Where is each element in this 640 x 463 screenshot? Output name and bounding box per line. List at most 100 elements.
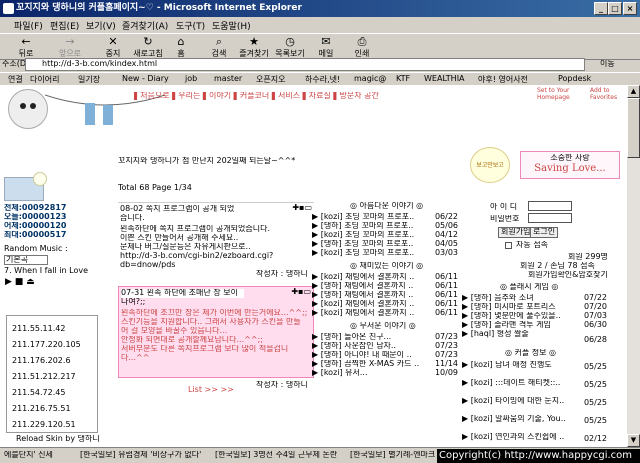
list-item[interactable]: ▶ [kozi] 채팅에서 결혼까지 .. bbox=[312, 300, 414, 309]
auto-login-checkbox[interactable] bbox=[505, 242, 512, 249]
item-date: 04/12 bbox=[434, 231, 458, 239]
list-item[interactable]: ▶ [kozi] 유서... bbox=[312, 369, 368, 378]
history-button[interactable]: ◷ 목록보기 bbox=[272, 35, 308, 60]
list-item[interactable]: ▶ [댕하] 졸라맨 격투 게임 bbox=[462, 321, 551, 330]
section-title[interactable]: ◎ 무서운 이야기 ◎ bbox=[350, 322, 416, 331]
site-nav[interactable]: ▌처음으로 ▌우리는 ▌이야기 ▌커플코너 ▌서비스 ▌자료실 ▌방문자 공간 bbox=[134, 92, 379, 101]
auto-login-label: 자동 접속 bbox=[516, 241, 548, 249]
player-controls[interactable]: ▶ ■ ⏏ bbox=[5, 278, 35, 288]
post-body-line[interactable]: http://d-3-b.com/cgi-bin2/ezboard.cgi? bbox=[120, 252, 273, 261]
list-item[interactable]: ▶ [kozi] 남녀 애정 진행도 bbox=[462, 361, 552, 370]
favorites-button[interactable]: ★ 즐겨찾기 bbox=[236, 35, 272, 60]
list-item[interactable]: ▶ [댕하] 돌아온 친구... bbox=[312, 333, 391, 342]
search-button[interactable]: ⌕ 검색 bbox=[206, 35, 232, 60]
ip-item: 211.229.120.51 bbox=[12, 421, 76, 429]
stop-button[interactable]: ✕ 중지 bbox=[98, 35, 128, 60]
post-title[interactable]: 쪽지 프로그램이 공개 되었 bbox=[146, 205, 235, 213]
list-item[interactable]: ▶ [kozi] 타이밍에 대한 눈치.. bbox=[462, 397, 564, 406]
post-title[interactable]: 왼족 하단에 조매난 창 보이 bbox=[147, 289, 238, 297]
list-item[interactable]: ▶ [kozi] 연인과의 스킨쉽에 .. bbox=[462, 433, 564, 442]
post-tools-icon[interactable]: ✚▪▭ bbox=[292, 204, 312, 213]
list-item[interactable]: ▶ [댕하] 채팅에서 결혼까지 .. bbox=[312, 291, 413, 300]
list-item[interactable]: ▶ [kozi] 채팅에서 결혼까지 .. bbox=[312, 309, 414, 318]
menu-help[interactable]: 도움말(H) bbox=[212, 19, 251, 32]
join-button[interactable]: 회원가입 bbox=[498, 227, 534, 238]
list-item[interactable]: ▶ [댕하] 채팅에서 결혼까지 .. bbox=[312, 282, 413, 291]
post-tools-icon[interactable]: ✚▪▭ bbox=[291, 288, 311, 297]
link-item[interactable]: 일기장 bbox=[78, 74, 100, 85]
item-date: 04/05 bbox=[434, 240, 458, 248]
list-item[interactable]: ▶ [댕하] 사운잡인 남자.. bbox=[312, 342, 396, 351]
print-button[interactable]: ⎙ 인쇄 bbox=[350, 35, 374, 60]
link-item[interactable]: KTF bbox=[396, 74, 410, 83]
link-item[interactable]: job bbox=[185, 74, 197, 83]
menu-favorites[interactable]: 즐겨찾기(A) bbox=[122, 19, 168, 32]
list-item[interactable]: ▶ [댕하] 음추와 소녀 bbox=[462, 294, 534, 303]
stat-total: 전체:00092817 bbox=[4, 204, 67, 212]
vertical-scrollbar[interactable]: ▲ ▼ bbox=[627, 85, 640, 447]
login-button[interactable]: 로그인 bbox=[530, 227, 559, 238]
link-item[interactable]: 오픈지오 bbox=[256, 74, 285, 85]
list-item[interactable]: ▶ [댕하] 몇분만에 풀수있을.. bbox=[462, 312, 561, 321]
account-help-link[interactable]: 회원가입확인&암호찾기 bbox=[528, 271, 608, 280]
list-item[interactable]: ▶ [댕하] 아니야! 내 때문이 .. bbox=[312, 351, 412, 360]
link-item[interactable]: 야후! 영어사전 bbox=[478, 74, 528, 85]
section-title[interactable]: ◎ 아름다운 이야기 ◎ bbox=[350, 202, 423, 211]
link-item[interactable]: New - Diary bbox=[122, 74, 169, 83]
minimize-button[interactable]: _ bbox=[594, 2, 608, 15]
go-button[interactable]: 이동 bbox=[600, 60, 615, 69]
link-item[interactable]: WEALTHIA bbox=[424, 74, 465, 83]
menu-view[interactable]: 보기(V) bbox=[86, 19, 116, 32]
list-item[interactable]: ▶ [댕하] 끔찍한 X-MAS 카드 .. bbox=[312, 360, 419, 369]
link-item[interactable]: 다이어리 bbox=[30, 74, 59, 85]
set-home-link[interactable]: Set to Your Homepage bbox=[537, 87, 579, 101]
menu-tools[interactable]: 도구(T) bbox=[176, 19, 205, 32]
list-item[interactable]: ▶ [kozi] 초딩 꼬마의 프로포.. bbox=[312, 213, 414, 222]
refresh-button[interactable]: ↻ 새로고침 bbox=[128, 35, 168, 60]
list-item[interactable]: ▶ [kozi] 초딩 꼬마의 프로포.. bbox=[312, 249, 414, 258]
link-item[interactable]: 하수라,넷! bbox=[305, 74, 340, 85]
list-item[interactable]: ▶ [댕하] 미시마로 포트리스 bbox=[462, 303, 556, 312]
reload-skin-link[interactable]: Reload Skin by 댕하니 bbox=[16, 435, 100, 444]
forward-button[interactable]: → 앞으로 bbox=[50, 35, 90, 60]
menu-edit[interactable]: 편집(E) bbox=[50, 19, 79, 32]
scroll-thumb[interactable] bbox=[627, 98, 640, 158]
list-item[interactable]: ▶ [댕하] 초딩 꼬마의 프로포.. bbox=[312, 222, 413, 231]
list-item[interactable]: ▶ [kozi] 채팅에서 결혼까지 .. bbox=[312, 273, 414, 282]
id-input[interactable] bbox=[528, 201, 572, 211]
section-title[interactable]: ◎ 플래시 게임 ◎ bbox=[500, 283, 558, 292]
post-body-line: 이쁜 스킨 만들어서 공개해 주세요.. bbox=[120, 234, 239, 242]
section-title[interactable]: ◎ 커플 정보 ◎ bbox=[505, 349, 556, 358]
section-title[interactable]: ◎ 재미있는 이야기 ◎ bbox=[350, 262, 423, 271]
back-button[interactable]: ← 뒤로 bbox=[8, 35, 44, 60]
love-subtitle: Saving Love... bbox=[534, 162, 606, 174]
list-item[interactable]: ▶ [댕하] 초딩 꼬마의 프로포.. bbox=[312, 240, 413, 249]
pager[interactable]: List >> >> bbox=[188, 386, 234, 395]
link-item[interactable]: Popdesk bbox=[558, 74, 591, 83]
list-item[interactable]: ▶ [kozi] :::데이트 해티켓::.. bbox=[462, 379, 560, 388]
home-button[interactable]: ⌂ 홈 bbox=[170, 35, 192, 60]
forward-icon: → bbox=[65, 35, 75, 48]
link-item[interactable]: magic@ bbox=[354, 74, 386, 83]
music-select[interactable]: 기본곡 bbox=[4, 255, 48, 265]
list-item[interactable]: ▶ [kozi] 말싸움의 기술, You.. bbox=[462, 415, 566, 424]
link-item[interactable]: master bbox=[214, 74, 242, 83]
close-button[interactable]: × bbox=[623, 2, 637, 15]
list-item[interactable]: ▶ [kozi] 초딩 꼬마의 프로포.. bbox=[312, 231, 414, 240]
post-author: 작성자 : 댕하니 bbox=[256, 270, 308, 278]
address-input[interactable]: http://d-3-b.com/kindex.html bbox=[25, 58, 585, 71]
printer-icon: ⎙ bbox=[357, 35, 367, 48]
scroll-down-icon[interactable]: ▼ bbox=[627, 434, 640, 447]
add-favorites-link[interactable]: Add to Favorites bbox=[590, 87, 626, 101]
status-item: [한국일보] 3명선 주4일 근무제 논란 bbox=[215, 451, 338, 459]
maximize-button[interactable]: □ bbox=[608, 2, 622, 15]
item-date: 06/30 bbox=[583, 321, 607, 329]
mail-button[interactable]: ✉ 메일 bbox=[314, 35, 338, 60]
item-date: 06/11 bbox=[434, 282, 458, 290]
post-body-line: 다...^^ bbox=[121, 354, 150, 362]
list-item[interactable]: ▶ [haql] 형성 쌀술 bbox=[462, 330, 529, 339]
clothesline-image bbox=[45, 94, 165, 125]
password-input[interactable] bbox=[528, 213, 572, 223]
scroll-up-icon[interactable]: ▲ bbox=[627, 85, 640, 98]
menu-file[interactable]: 파일(F) bbox=[14, 19, 43, 32]
